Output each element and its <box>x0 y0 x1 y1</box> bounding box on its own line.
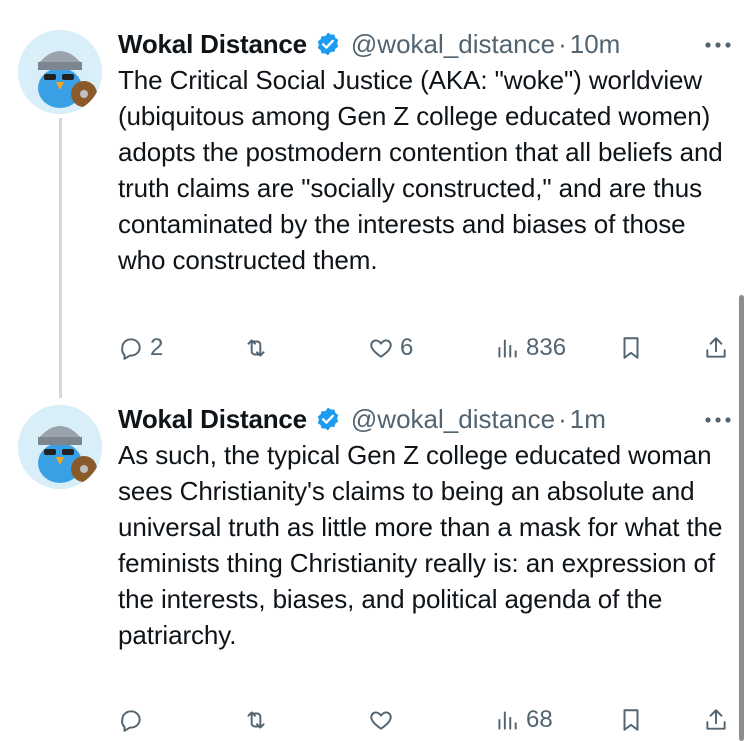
author-name[interactable]: Wokal Distance <box>118 404 307 435</box>
avatar[interactable] <box>18 30 102 114</box>
retweet-icon <box>247 711 265 729</box>
verified-badge-icon <box>317 407 339 431</box>
separator: · <box>558 28 567 59</box>
scrollbar[interactable] <box>739 295 744 741</box>
heart-icon <box>370 339 392 358</box>
bookmark-icon <box>623 337 639 359</box>
reply-icon <box>121 710 141 732</box>
bookmark-button[interactable] <box>618 328 644 368</box>
retweet-icon <box>247 339 265 357</box>
reply-button[interactable] <box>118 700 150 740</box>
bookmark-button[interactable] <box>618 700 644 740</box>
views-button[interactable]: 68 <box>494 700 553 740</box>
bookmark-icon <box>623 709 639 731</box>
share-button[interactable] <box>703 700 729 740</box>
share-icon <box>706 337 726 358</box>
views-button[interactable]: 836 <box>494 328 566 368</box>
author-handle[interactable]: @wokal_distance <box>351 404 555 435</box>
reply-icon <box>121 338 141 360</box>
more-icon[interactable] <box>704 415 732 425</box>
views-icon <box>498 711 517 730</box>
heart-icon <box>370 711 392 730</box>
tweet-header: Wokal Distance @wokal_distance · 1m <box>118 401 738 437</box>
author-handle[interactable]: @wokal_distance <box>351 29 555 60</box>
timestamp[interactable]: 1m <box>570 404 606 435</box>
share-icon <box>706 709 726 730</box>
viking-bird-avatar-icon <box>18 405 102 489</box>
reply-count: 2 <box>150 334 164 361</box>
tweet-text: The Critical Social Justice (AKA: "woke"… <box>118 65 730 275</box>
tweet-actions: 68 <box>118 700 738 740</box>
views-icon <box>498 339 517 358</box>
viking-bird-avatar-icon <box>18 30 102 114</box>
view-count: 836 <box>526 334 567 361</box>
tweet-text: As such, the typical Gen Z college educa… <box>118 440 730 650</box>
tweet-header: Wokal Distance @wokal_distance · 10m <box>118 26 738 62</box>
like-button[interactable]: 6 <box>368 328 413 368</box>
tweet-actions: 2 6 836 <box>118 328 738 368</box>
reply-button[interactable]: 2 <box>118 328 163 368</box>
like-button[interactable] <box>368 700 400 740</box>
author-name[interactable]: Wokal Distance <box>118 29 307 60</box>
more-icon[interactable] <box>704 40 732 50</box>
retweet-button[interactable] <box>243 700 275 740</box>
timestamp[interactable]: 10m <box>570 29 621 60</box>
share-button[interactable] <box>703 328 729 368</box>
view-count: 68 <box>526 706 553 733</box>
verified-badge-icon <box>317 32 339 56</box>
avatar[interactable] <box>18 405 102 489</box>
thread-connector-line <box>59 118 62 398</box>
separator: · <box>558 403 567 434</box>
retweet-button[interactable] <box>243 328 275 368</box>
like-count: 6 <box>400 334 414 361</box>
